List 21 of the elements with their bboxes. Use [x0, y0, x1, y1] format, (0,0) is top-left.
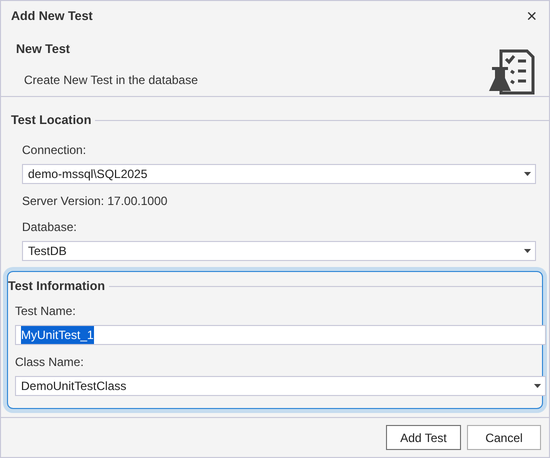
cancel-button[interactable]: Cancel: [467, 425, 541, 450]
group-title: Test Location: [11, 112, 92, 129]
window-title: Add New Test: [11, 8, 93, 25]
dropdown-arrow-icon[interactable]: [524, 248, 531, 253]
server-version-text: Server Version: 17.00.1000: [22, 192, 168, 210]
add-test-button[interactable]: Add Test: [386, 425, 461, 450]
field-label: Class Name:: [15, 354, 85, 370]
dropdown-arrow-icon[interactable]: [524, 172, 531, 176]
dropdown-arrow-icon[interactable]: [534, 384, 541, 388]
header-subtitle: Create New Test in the database: [23, 72, 198, 89]
header-title: New Test: [16, 41, 71, 58]
dropdown-field[interactable]: TestDB: [22, 240, 536, 261]
test-flask-icon: [489, 49, 535, 95]
group-title: Test Information: [8, 278, 105, 295]
text-field[interactable]: MyUnitTest_1: [15, 324, 546, 344]
field-label: Connection:: [22, 142, 88, 159]
text-field[interactable]: DemoUnitTestClass: [15, 376, 546, 396]
close-button[interactable]: ×: [524, 7, 539, 25]
field-label: Database:: [22, 218, 78, 236]
dropdown-field[interactable]: demo-mssql\SQL2025: [22, 164, 536, 184]
field-label: Test Name:: [15, 302, 77, 320]
